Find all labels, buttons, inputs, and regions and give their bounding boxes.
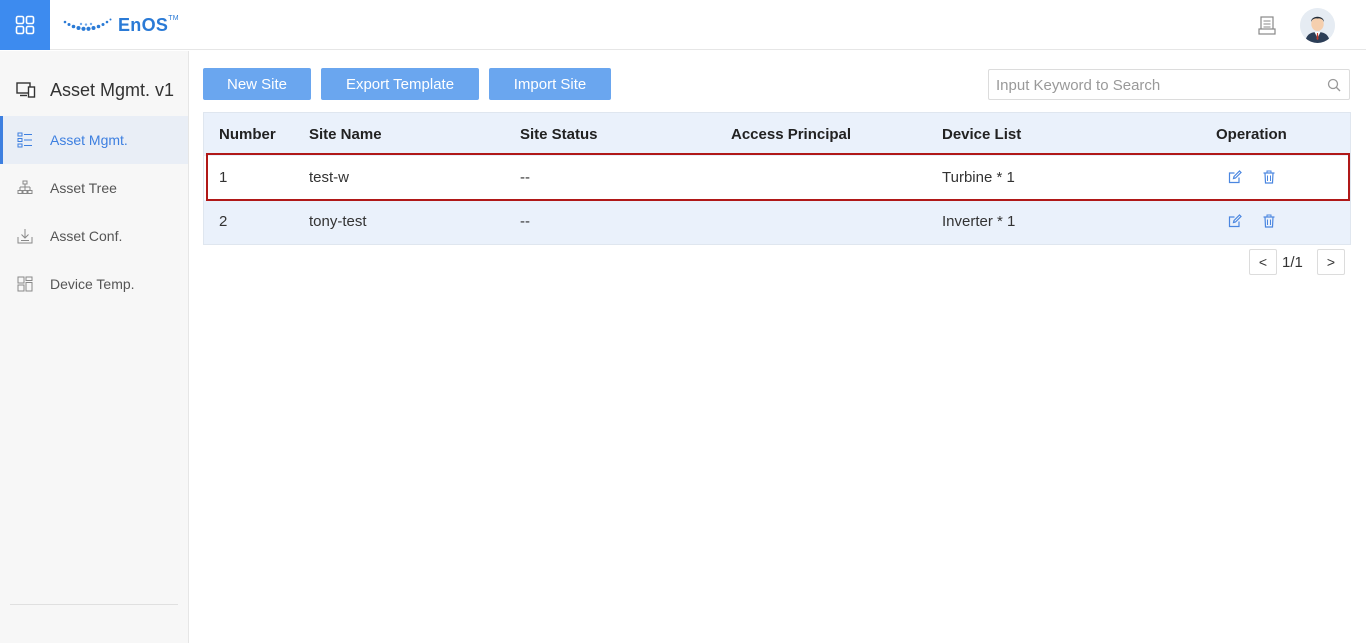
- grid-icon: [15, 15, 35, 35]
- enos-logo: EnOSTM: [62, 14, 179, 36]
- cell-number: 2: [219, 213, 228, 230]
- logo-trademark: TM: [168, 14, 179, 22]
- column-header-number: Number: [219, 126, 276, 143]
- sidebar-item-asset-conf[interactable]: Asset Conf.: [0, 212, 188, 260]
- sidebar-item-asset-tree[interactable]: Asset Tree: [0, 164, 188, 212]
- app-switcher-button[interactable]: [0, 0, 50, 50]
- sidebar-item-label: Device Temp.: [50, 276, 135, 292]
- sidebar-item-label: Asset Conf.: [50, 228, 123, 244]
- column-header-site-status: Site Status: [520, 126, 598, 143]
- cell-device-list: Inverter * 1: [942, 213, 1016, 230]
- template-icon: [17, 276, 33, 292]
- table-row[interactable]: 1 test-w -- Turbine * 1: [204, 156, 1350, 200]
- prev-page-button[interactable]: <: [1249, 249, 1277, 275]
- sidebar-title: Asset Mgmt. v1: [16, 78, 174, 102]
- cell-site-name: tony-test: [309, 213, 367, 230]
- sidebar-title-text: Asset Mgmt. v1: [50, 79, 175, 100]
- logo-wave-icon: [63, 18, 112, 31]
- asset-list-icon: [17, 132, 33, 148]
- import-site-button[interactable]: Import Site: [489, 68, 611, 100]
- sidebar-divider: [10, 604, 178, 605]
- export-template-button[interactable]: Export Template: [321, 68, 479, 100]
- user-avatar[interactable]: [1300, 8, 1335, 43]
- column-header-site-name: Site Name: [309, 126, 382, 143]
- sidebar: Asset Mgmt. v1 Asset Mgmt. Asset Tree As…: [0, 51, 189, 643]
- delete-icon[interactable]: [1262, 170, 1276, 184]
- top-bar: EnOSTM: [0, 0, 1366, 50]
- table-header: Number Site Name Site Status Access Prin…: [204, 113, 1350, 156]
- download-box-icon: [17, 228, 33, 244]
- search-icon[interactable]: [1327, 78, 1341, 92]
- new-site-button[interactable]: New Site: [203, 68, 311, 100]
- cell-site-name: test-w: [309, 169, 350, 186]
- page-indicator: 1/1: [1282, 254, 1303, 271]
- column-header-operation: Operation: [1216, 126, 1287, 143]
- edit-icon[interactable]: [1228, 170, 1242, 184]
- column-header-access-principal: Access Principal: [731, 126, 852, 143]
- next-page-button[interactable]: >: [1317, 249, 1345, 275]
- document-icon[interactable]: [1258, 16, 1276, 35]
- cell-number: 1: [219, 169, 228, 186]
- search-box: [988, 69, 1350, 100]
- edit-icon[interactable]: [1228, 214, 1242, 228]
- cell-site-status: --: [520, 169, 530, 186]
- devices-icon: [16, 82, 36, 98]
- sidebar-item-device-temp[interactable]: Device Temp.: [0, 260, 188, 308]
- tree-icon: [17, 180, 33, 196]
- logo-text: EnOS: [118, 14, 169, 35]
- column-header-device-list: Device List: [942, 126, 1022, 143]
- site-table: Number Site Name Site Status Access Prin…: [203, 112, 1351, 245]
- table-row[interactable]: 2 tony-test -- Inverter * 1: [204, 200, 1350, 244]
- sidebar-item-label: Asset Tree: [50, 180, 117, 196]
- delete-icon[interactable]: [1262, 214, 1276, 228]
- sidebar-item-asset-mgmt[interactable]: Asset Mgmt.: [0, 116, 188, 164]
- search-input[interactable]: [996, 75, 1316, 95]
- cell-site-status: --: [520, 213, 530, 230]
- cell-device-list: Turbine * 1: [942, 169, 1015, 186]
- sidebar-item-label: Asset Mgmt.: [50, 132, 128, 148]
